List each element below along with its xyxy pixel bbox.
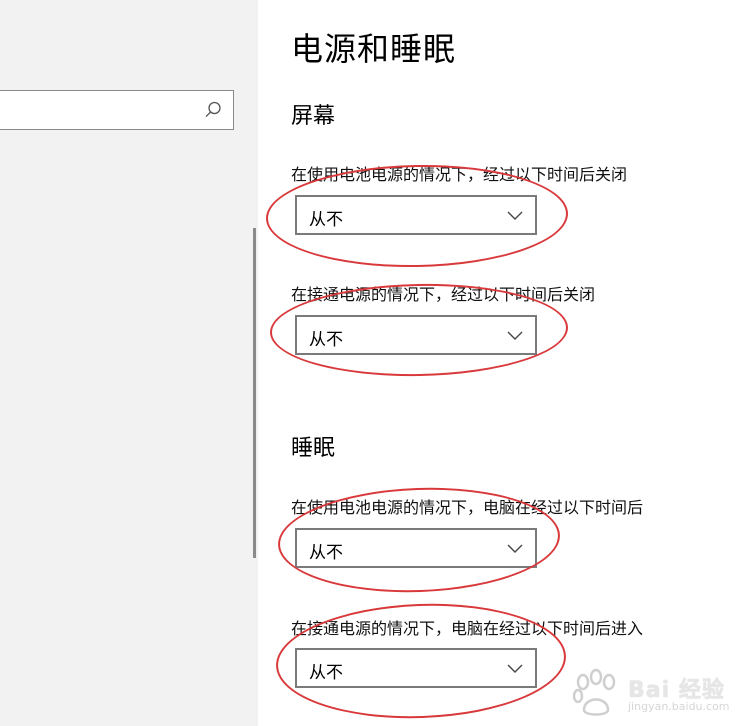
scrollbar[interactable] <box>253 228 256 558</box>
chevron-down-icon <box>507 544 523 553</box>
section-title-sleep: 睡眠 <box>291 436 336 461</box>
baidu-watermark: Bai 经验 jingyan.baidu.com <box>566 668 736 720</box>
watermark-url: jingyan.baidu.com <box>628 700 730 713</box>
screen-plugged-dropdown[interactable]: 从不 <box>295 315 537 355</box>
dropdown-value: 从不 <box>309 330 343 350</box>
section-title-screen: 屏幕 <box>291 104 336 129</box>
search-box[interactable] <box>0 90 234 130</box>
dropdown-value: 从不 <box>309 663 343 683</box>
sleep-plugged-dropdown[interactable]: 从不 <box>295 648 537 688</box>
paw-logo-icon <box>572 668 616 716</box>
screen-battery-label: 在使用电池电源的情况下，经过以下时间后关闭 <box>291 165 628 184</box>
chevron-down-icon <box>507 211 523 220</box>
chevron-down-icon <box>507 331 523 340</box>
dropdown-value: 从不 <box>309 210 343 230</box>
sleep-battery-label: 在使用电池电源的情况下，电脑在经过以下时间后 <box>291 498 644 517</box>
sidebar <box>0 0 258 726</box>
search-icon[interactable] <box>203 100 223 120</box>
page-title: 电源和睡眠 <box>291 30 457 68</box>
screen-battery-dropdown[interactable]: 从不 <box>295 195 537 235</box>
sleep-plugged-label: 在接通电源的情况下，电脑在经过以下时间后进入 <box>291 619 644 638</box>
search-input[interactable] <box>0 91 198 129</box>
sleep-battery-dropdown[interactable]: 从不 <box>295 528 537 568</box>
chevron-down-icon <box>507 664 523 673</box>
dropdown-value: 从不 <box>309 543 343 563</box>
main-content: 电源和睡眠 屏幕 在使用电池电源的情况下，经过以下时间后关闭 从不 在接通电源的… <box>258 0 746 726</box>
screen-plugged-label: 在接通电源的情况下，经过以下时间后关闭 <box>291 285 596 304</box>
